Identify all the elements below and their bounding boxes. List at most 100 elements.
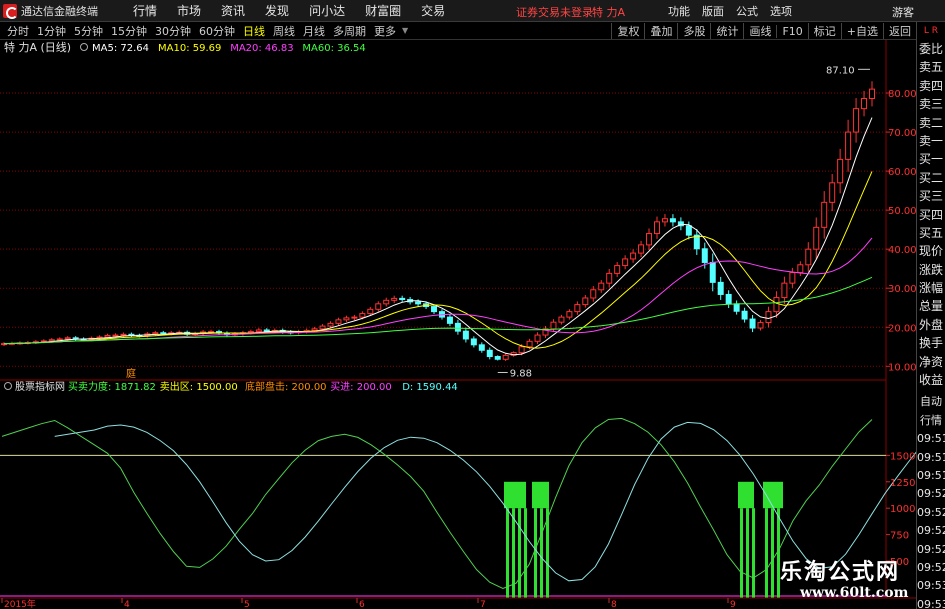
date-tick-label: 8 [611, 600, 617, 609]
candle-body [255, 329, 262, 333]
candle-body [614, 265, 621, 274]
period-tab[interactable]: 更多 [370, 23, 400, 39]
guest-button[interactable]: 游客 [892, 4, 914, 20]
candle-body [574, 304, 581, 313]
menu-item[interactable]: 发现 [265, 2, 289, 19]
candle-body [160, 332, 167, 335]
tick-time-label: 行情 [920, 413, 942, 427]
top-button[interactable]: 功能 [668, 3, 690, 19]
indicator-tick-label: 1000 [890, 504, 915, 515]
candle-body [789, 272, 796, 284]
tick-time-label: 09:52 [917, 542, 945, 556]
candle-body [606, 272, 613, 284]
chevron-down-icon[interactable]: ▼ [402, 26, 408, 35]
indicator-legend: 股票指标网 买卖力度: 1871.82 卖出区: 1500.00 底部盘击: 200.… [4, 380, 458, 393]
price-tick-label: 80.00 [888, 89, 916, 100]
period-tabs: 分时 1分钟 5分钟 15分钟 30分钟 60分钟 日线 周线 月线 多周期 更多 ▼ [3, 23, 410, 39]
period-tab[interactable]: 5分钟 [70, 23, 107, 39]
buy-signal-stem [752, 508, 755, 598]
login-status[interactable]: 证券交易未登录 [516, 4, 593, 20]
menu-item[interactable]: 财富圈 [365, 2, 401, 19]
candle-body [845, 131, 852, 160]
period-tab[interactable]: 1分钟 [33, 23, 70, 39]
date-tick-label: 2015年 [4, 598, 36, 609]
menubar: 通达信金融终端 行情 市场 资讯 发现 问小达 财富圈 交易 证券交易未登录 特 力A 功能… [0, 0, 945, 22]
candle-body [104, 334, 111, 338]
period-tab[interactable]: 周线 [269, 23, 299, 39]
tick-time-label: 09:53 [917, 597, 945, 609]
period-tab[interactable]: 多周期 [329, 23, 370, 39]
candle-body [805, 248, 812, 266]
menu-item[interactable]: 交易 [421, 2, 445, 19]
candle-body [598, 282, 605, 291]
period-tab[interactable]: 日线 [239, 23, 269, 39]
stock-title: 特 力A [592, 6, 626, 19]
chart-tool-button[interactable]: 复权 [611, 23, 644, 39]
quote-field-label: 卖五 [918, 60, 943, 75]
candle-body [399, 297, 406, 301]
chart-area[interactable]: 87.10 9.88 庭 特 力A (日线) MA5: 72.64 MA10: 59.6… [0, 40, 916, 609]
candle-body [566, 311, 573, 318]
candle-body [638, 244, 645, 254]
candle-body [343, 317, 350, 321]
date-tick-label: 7 [480, 600, 486, 609]
period-tab[interactable]: 30分钟 [151, 23, 195, 39]
candle-body [590, 289, 597, 299]
top-button[interactable]: 公式 [736, 3, 758, 19]
top-button[interactable]: 版面 [702, 3, 724, 19]
chart-tool-button[interactable]: F10 [776, 24, 807, 38]
period-tab[interactable]: 15分钟 [107, 23, 151, 39]
candle-body [319, 325, 326, 330]
period-tab[interactable]: 60分钟 [195, 23, 239, 39]
quote-field-list: 委比 卖五 卖四 卖三 卖二 卖一 买一 买二 买三 买四 买五 现价 涨跌 涨幅 总量 外盘 换手 净资 收益 [917, 40, 945, 389]
tick-time-label: 09:51 [917, 468, 945, 482]
menu-item[interactable]: 问小达 [309, 2, 345, 19]
period-tab[interactable]: 月线 [299, 23, 329, 39]
menu-item[interactable]: 市场 [177, 2, 201, 19]
buy-signal-stem [534, 508, 537, 598]
side-panel-header[interactable]: L R [917, 22, 945, 40]
quote-field-label: 换手 [918, 336, 943, 351]
chart-tool-button[interactable]: 多股 [677, 23, 710, 39]
candle-body [431, 306, 438, 313]
chart-tool-button[interactable]: +自选 [840, 23, 883, 39]
candle-body [693, 234, 700, 250]
candle-body [391, 297, 398, 301]
candle-body [813, 226, 820, 250]
indicator-legend-label: D: 1590.44 [402, 382, 458, 393]
top-button-group: 功能 版面 公式 选项 [668, 3, 804, 19]
quote-field-label: 卖二 [918, 115, 943, 130]
indicator-title: 股票指标网 [15, 380, 65, 393]
candle-body [837, 158, 844, 184]
high-price-label: 87.10 [826, 65, 855, 76]
candle-body [470, 338, 477, 346]
candle-body [781, 282, 788, 299]
chart-tool-button[interactable]: 统计 [710, 23, 743, 39]
candle-body [653, 221, 660, 235]
app-logo-icon [3, 3, 18, 19]
menu-item[interactable]: 资讯 [221, 2, 245, 19]
ma-legend-label: MA10: 59.69 [158, 43, 221, 54]
candle-body [263, 329, 270, 332]
candle-body [861, 98, 868, 110]
quote-field-label: 总量 [918, 299, 943, 314]
low-price-label: 9.88 [510, 368, 532, 379]
price-tick-label: 70.00 [888, 128, 916, 139]
menu-item[interactable]: 行情 [133, 2, 157, 19]
date-tick-label: 5 [244, 600, 250, 609]
quote-field-label: 收益 [918, 373, 943, 388]
top-button[interactable]: 选项 [770, 3, 792, 19]
tick-time-label: 09:52 [917, 487, 945, 501]
candle-body [64, 337, 71, 340]
buy-signal-stem [540, 508, 543, 598]
period-tab[interactable]: 分时 [3, 23, 33, 39]
candle-body [494, 356, 501, 360]
candle-body [622, 258, 629, 267]
chart-tool-button[interactable]: 画线 [743, 23, 776, 39]
quote-field-label: 卖四 [918, 78, 943, 93]
chart-tool-button[interactable]: 叠加 [644, 23, 677, 39]
quote-field-label: 净资 [918, 354, 943, 369]
quote-field-label: 买三 [918, 189, 943, 204]
chart-tool-button[interactable]: 标记 [807, 23, 841, 39]
chart-tool-button[interactable]: 返回 [883, 23, 916, 39]
